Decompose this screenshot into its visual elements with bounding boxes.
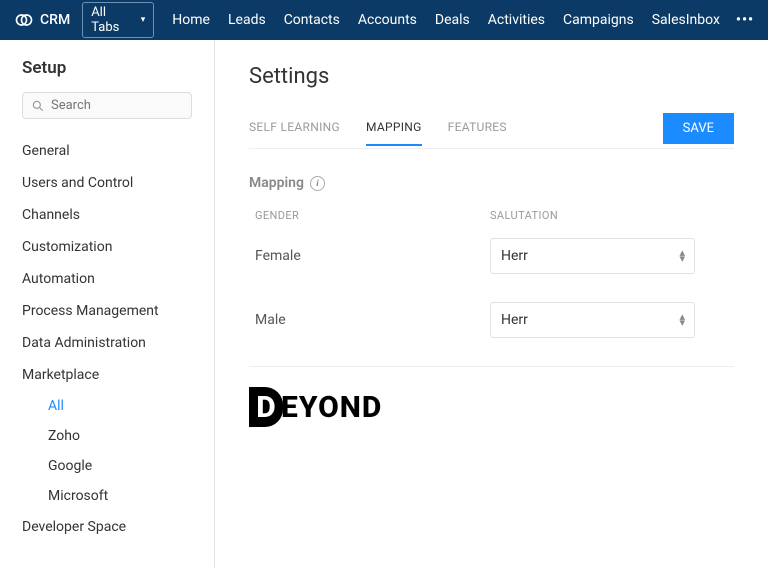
nav-accounts[interactable]: Accounts [358, 12, 417, 28]
top-nav: CRM All Tabs ▾ Home Leads Contacts Accou… [0, 0, 768, 40]
app-logo: CRM [14, 10, 70, 30]
nav-more-icon[interactable]: ••• [736, 12, 754, 28]
gender-male: Male [255, 312, 490, 328]
nav-salesinbox[interactable]: SalesInbox [652, 12, 720, 28]
nav-links: Home Leads Contacts Accounts Deals Activ… [172, 12, 720, 28]
sidebar-item-automation[interactable]: Automation [0, 263, 214, 295]
salutation-select-male[interactable]: Herr ▴▾ [490, 302, 695, 338]
sidebar-item-data-admin[interactable]: Data Administration [0, 327, 214, 359]
chevron-down-icon: ▾ [141, 15, 146, 25]
nav-leads[interactable]: Leads [228, 12, 266, 28]
nav-activities[interactable]: Activities [488, 12, 545, 28]
tab-self-learning[interactable]: SELF LEARNING [249, 120, 340, 146]
beyond-logo-right: EYOND [281, 390, 382, 425]
search-icon [31, 99, 45, 113]
all-tabs-dropdown[interactable]: All Tabs ▾ [82, 2, 154, 38]
gender-female: Female [255, 248, 490, 264]
col-salutation: SALUTATION [490, 209, 734, 222]
mapping-row-female: Female Herr ▴▾ [249, 238, 734, 274]
sidebar: Setup General Users and Control Channels… [0, 40, 215, 568]
sidebar-sub-microsoft[interactable]: Microsoft [0, 481, 214, 511]
tab-mapping[interactable]: MAPPING [366, 120, 422, 146]
sidebar-item-customization[interactable]: Customization [0, 231, 214, 263]
sidebar-sub-google[interactable]: Google [0, 451, 214, 481]
nav-contacts[interactable]: Contacts [284, 12, 340, 28]
sidebar-sub-zoho[interactable]: Zoho [0, 421, 214, 451]
tabs-group: SELF LEARNING MAPPING FEATURES [249, 120, 507, 146]
sidebar-item-marketplace[interactable]: Marketplace [0, 359, 214, 391]
nav-campaigns[interactable]: Campaigns [563, 12, 634, 28]
mapping-table: GENDER SALUTATION Female Herr ▴▾ Male He… [249, 209, 734, 338]
mapping-columns: GENDER SALUTATION [249, 209, 734, 222]
sidebar-item-channels[interactable]: Channels [0, 199, 214, 231]
sidebar-item-process[interactable]: Process Management [0, 295, 214, 327]
sidebar-search[interactable] [22, 92, 192, 119]
save-button[interactable]: SAVE [663, 113, 734, 144]
nav-home[interactable]: Home [172, 12, 210, 28]
salutation-select-value: Herr [490, 302, 695, 338]
crm-logo-icon [14, 10, 34, 30]
mapping-row-male: Male Herr ▴▾ [249, 302, 734, 338]
sidebar-item-users[interactable]: Users and Control [0, 167, 214, 199]
beyond-logo-left: D [249, 387, 283, 427]
section-header: Mapping i [249, 175, 734, 191]
sidebar-item-general[interactable]: General [0, 135, 214, 167]
section-title-text: Mapping [249, 175, 304, 191]
nav-deals[interactable]: Deals [435, 12, 470, 28]
salutation-select-value: Herr [490, 238, 695, 274]
sidebar-sub-all[interactable]: All [0, 391, 214, 421]
sidebar-item-developer[interactable]: Developer Space [0, 511, 214, 543]
beyond-logo: D EYOND [249, 387, 734, 427]
info-icon[interactable]: i [310, 176, 325, 191]
tabs-row: SELF LEARNING MAPPING FEATURES SAVE [249, 117, 734, 149]
page-title: Settings [249, 64, 734, 89]
sidebar-title: Setup [0, 58, 214, 92]
content-panel: Settings SELF LEARNING MAPPING FEATURES … [215, 40, 768, 568]
brand-text: CRM [40, 12, 70, 28]
search-input[interactable] [51, 98, 183, 113]
tab-features[interactable]: FEATURES [448, 120, 507, 146]
col-gender: GENDER [255, 209, 490, 222]
salutation-select-female[interactable]: Herr ▴▾ [490, 238, 695, 274]
divider [249, 366, 734, 367]
all-tabs-label: All Tabs [91, 5, 137, 35]
